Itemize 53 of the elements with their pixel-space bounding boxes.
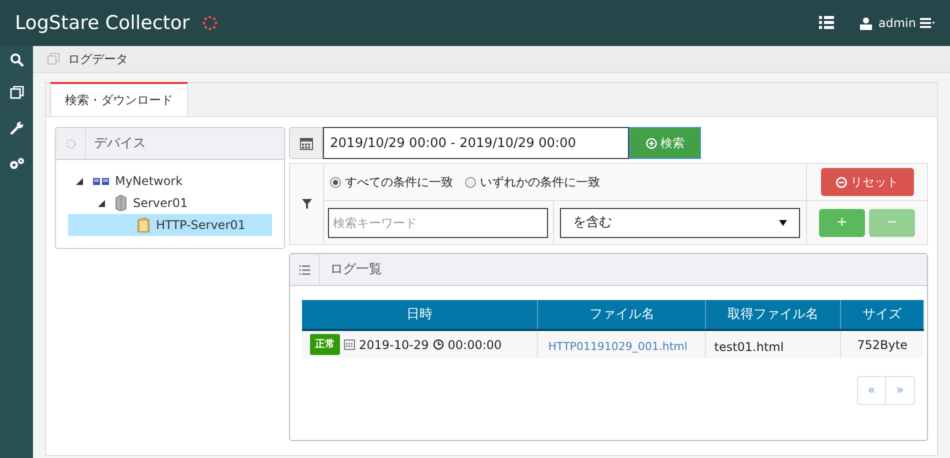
keyword-field[interactable]: 検索キーワード bbox=[328, 208, 548, 238]
reset-button[interactable]: リセット bbox=[820, 168, 914, 196]
list-icon[interactable] bbox=[819, 16, 834, 30]
clock-icon bbox=[432, 339, 444, 350]
tree-label: HTTP-Server01 bbox=[156, 217, 246, 234]
spinner-icon bbox=[66, 138, 76, 148]
spinner-icon bbox=[202, 15, 218, 31]
table-cell: test01.html bbox=[706, 330, 841, 358]
gears-icon[interactable] bbox=[8, 157, 24, 171]
date-range-field[interactable]: 2019/10/29 00:00 - 2019/10/29 00:00 bbox=[323, 127, 629, 159]
column-header: サイズ bbox=[840, 300, 924, 330]
calendar-icon bbox=[300, 136, 312, 150]
expander-icon[interactable] bbox=[76, 178, 83, 184]
time-text: 00:00:00 bbox=[448, 336, 502, 354]
table-cell: 752Byte bbox=[840, 330, 924, 358]
expander-icon[interactable] bbox=[98, 200, 105, 206]
status-badge: 正常 bbox=[310, 334, 340, 355]
tree-label: Server01 bbox=[133, 195, 188, 212]
column-header: ファイル名 bbox=[538, 300, 706, 330]
tree-item[interactable]: HTTP-Server01 bbox=[68, 214, 272, 236]
breadcrumb-text: ログデータ bbox=[68, 51, 128, 68]
plus-circle-icon bbox=[646, 138, 656, 148]
tag-icon[interactable] bbox=[10, 86, 24, 98]
filter-icon bbox=[302, 199, 312, 209]
radio-label: いずれかの条件に一致 bbox=[480, 174, 600, 191]
list-icon bbox=[299, 264, 310, 274]
dropdown-icon bbox=[779, 220, 787, 226]
panel-title: ログ一覧 bbox=[329, 260, 383, 279]
tab[interactable]: 検索・ダウンロード bbox=[50, 82, 188, 116]
tree-item[interactable]: Server01 bbox=[68, 192, 272, 214]
search-icon[interactable] bbox=[10, 53, 24, 67]
calendar-icon bbox=[344, 339, 355, 350]
user-name[interactable]: admin bbox=[878, 14, 916, 32]
folder-icon bbox=[137, 217, 150, 233]
radio-label: すべての条件に一致 bbox=[345, 174, 453, 191]
tree-label: MyNetwork bbox=[115, 173, 183, 190]
column-header: 取得ファイル名 bbox=[706, 300, 841, 330]
date-text: 2019-10-29 bbox=[359, 336, 429, 354]
app-title: LogStare Collector bbox=[15, 10, 190, 36]
radio-button[interactable] bbox=[330, 176, 341, 188]
condition-select[interactable]: を含む bbox=[560, 208, 800, 238]
server-icon bbox=[115, 195, 127, 211]
wrench-icon[interactable] bbox=[10, 121, 24, 135]
panel-title: デバイス bbox=[93, 134, 147, 153]
tree-item[interactable]: MyNetwork bbox=[68, 170, 272, 192]
tag-icon bbox=[47, 53, 60, 65]
file-link[interactable]: HTTP01191029_001.html bbox=[548, 340, 688, 354]
menu-icon[interactable] bbox=[920, 18, 935, 28]
network-icon bbox=[93, 176, 109, 186]
minus-circle-icon bbox=[836, 176, 846, 188]
radio-button[interactable] bbox=[465, 176, 476, 188]
column-header: 日時 bbox=[302, 300, 538, 330]
user-icon bbox=[860, 16, 872, 30]
